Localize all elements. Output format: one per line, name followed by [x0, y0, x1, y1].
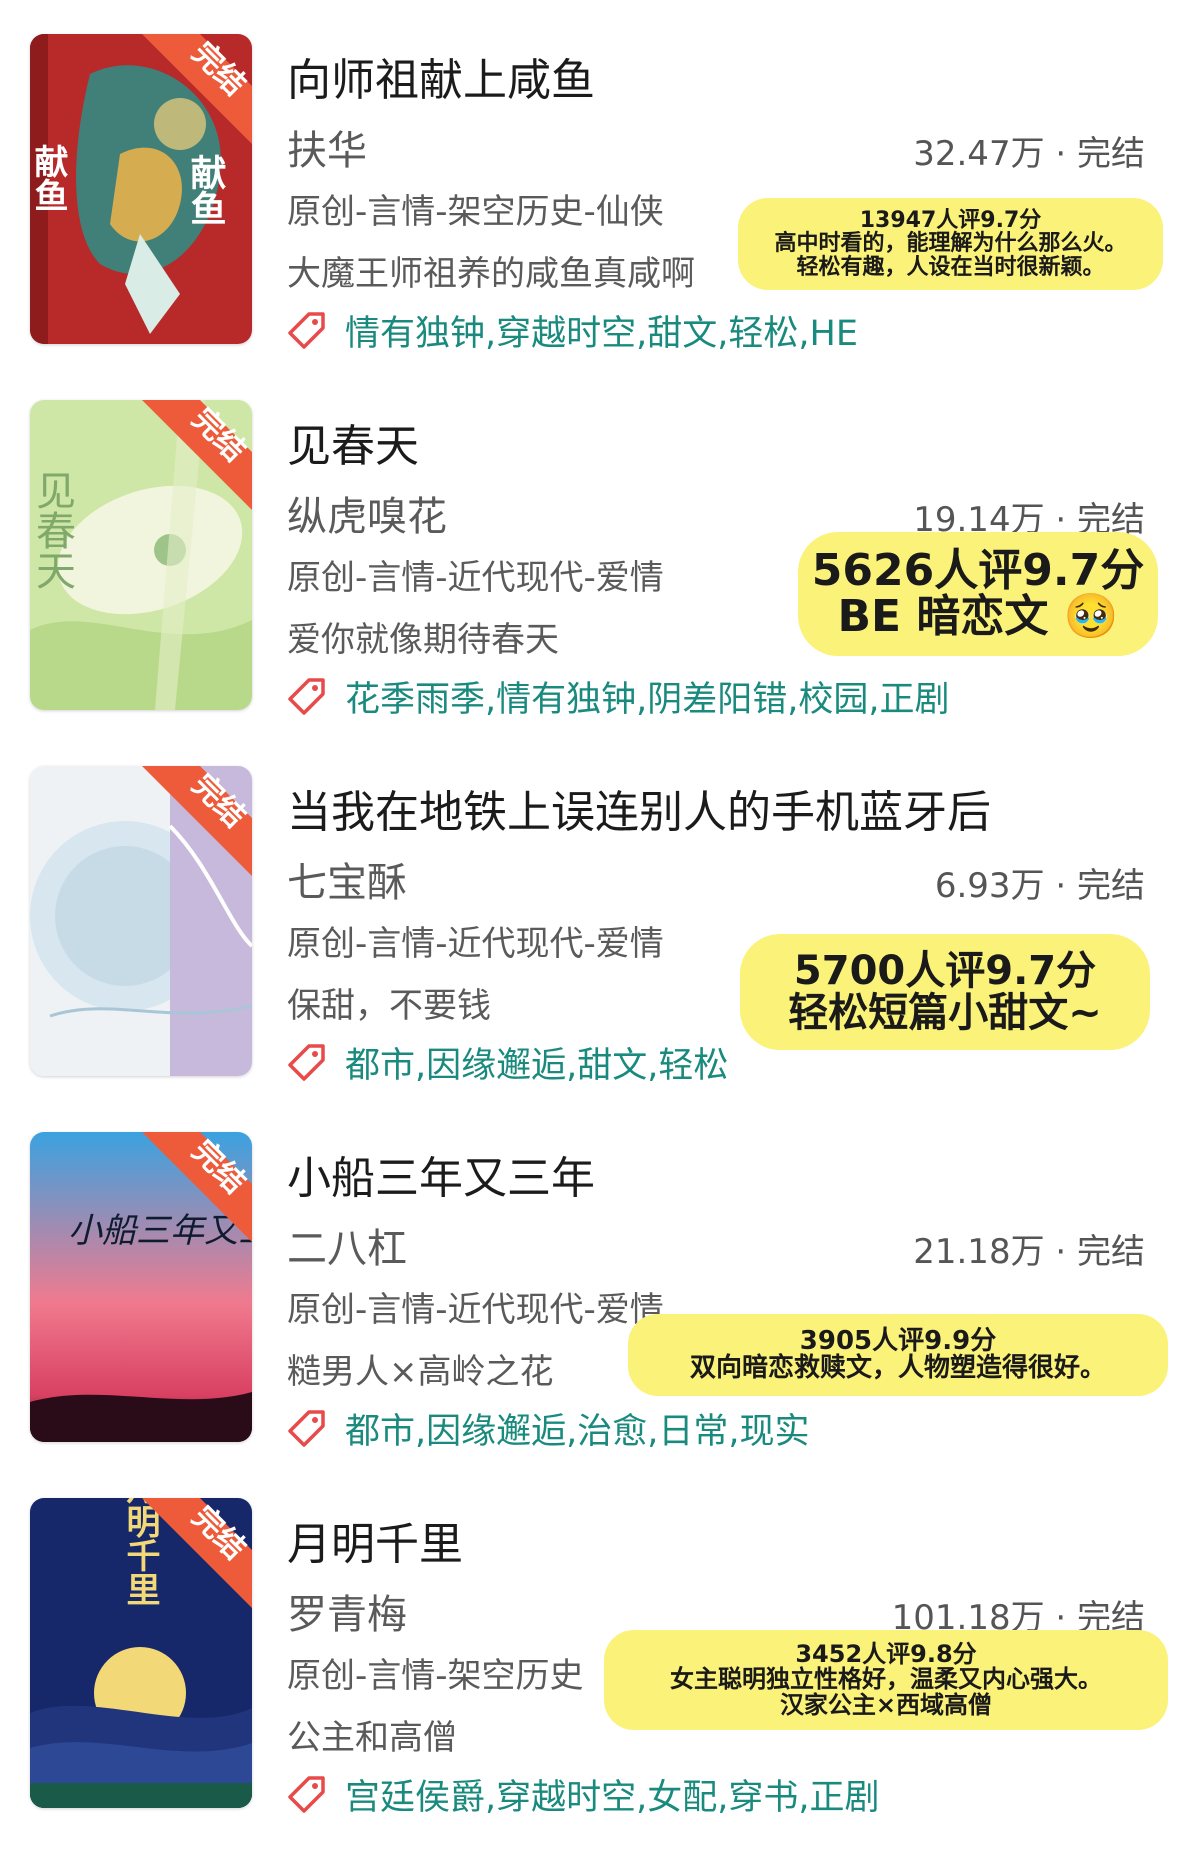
book-author[interactable]: 七宝酥	[287, 850, 407, 908]
book-title[interactable]: 向师祖献上咸鱼	[287, 44, 595, 108]
review-note: 3905人评9.9分 双向暗恋救赎文，人物塑造得很好。	[628, 1314, 1168, 1396]
book-tags[interactable]: 花季雨季,情有独钟,阴差阳错,校园,正剧	[287, 674, 950, 720]
note-line: 轻松有趣，人设在当时很新颖。	[796, 254, 1105, 280]
book-cover[interactable]: 完结	[30, 766, 252, 1076]
book-tags[interactable]: 都市,因缘邂逅,治愈,日常,现实	[287, 1406, 810, 1452]
review-note: 13947人评9.7分 高中时看的，能理解为什么那么火。 轻松有趣，人设在当时很…	[738, 198, 1163, 290]
book-category: 原创-言情-近代现代-爱情	[287, 924, 664, 964]
book-stats: 21.18万 · 完结	[913, 1232, 1145, 1272]
note-line: 13947人评9.7分	[859, 208, 1042, 234]
book-item[interactable]: 献鱼 献鱼 完结 向师祖献上咸鱼 扶华 32.47万 · 完结 原创-言情-架空…	[0, 26, 1178, 392]
book-category: 原创-言情-近代现代-爱情	[287, 558, 664, 598]
book-category: 原创-言情-架空历史-仙侠	[287, 192, 664, 232]
book-author[interactable]: 二八杠	[287, 1216, 407, 1274]
book-intro: 糙男人×高岭之花	[287, 1352, 554, 1392]
tag-list[interactable]: 都市,因缘邂逅,甜文,轻松	[345, 1037, 728, 1088]
book-stats: 6.93万 · 完结	[934, 866, 1145, 906]
note-line: 5626人评9.7分	[811, 544, 1145, 596]
note-line: BE 暗恋文 🥹	[837, 591, 1119, 642]
book-cover[interactable]: 月明千里 完结	[30, 1498, 252, 1808]
tag-icon	[288, 1776, 325, 1813]
book-author[interactable]: 纵虎嗅花	[287, 484, 447, 542]
note-line: 3452人评9.8分	[795, 1640, 977, 1669]
tag-list[interactable]: 情有独钟,穿越时空,甜文,轻松,HE	[345, 305, 858, 356]
tag-icon	[288, 1410, 325, 1447]
completed-badge: 完结	[142, 1498, 252, 1608]
book-cover[interactable]: 献鱼 献鱼 完结	[30, 34, 252, 344]
tag-icon	[288, 312, 325, 349]
tag-list[interactable]: 都市,因缘邂逅,治愈,日常,现实	[345, 1403, 810, 1454]
completed-badge: 完结	[142, 1132, 252, 1242]
book-title[interactable]: 见春天	[287, 410, 419, 474]
completed-badge: 完结	[142, 34, 252, 144]
completed-badge: 完结	[142, 400, 252, 510]
book-tags[interactable]: 都市,因缘邂逅,甜文,轻松	[287, 1040, 728, 1086]
book-author[interactable]: 扶华	[287, 118, 367, 176]
book-category: 原创-言情-近代现代-爱情	[287, 1290, 664, 1330]
review-note: 5700人评9.7分 轻松短篇小甜文~	[740, 934, 1150, 1050]
book-tags[interactable]: 宫廷侯爵,穿越时空,女配,穿书,正剧	[287, 1772, 880, 1818]
book-item[interactable]: 月明千里 完结 月明千里 罗青梅 101.18万 · 完结 原创-言情-架空历史…	[0, 1490, 1178, 1856]
book-stats: 32.47万 · 完结	[913, 134, 1145, 174]
book-cover[interactable]: 小船三年又三年 完结	[30, 1132, 252, 1442]
book-title[interactable]: 当我在地铁上误连别人的手机蓝牙后	[287, 776, 991, 840]
review-note: 3452人评9.8分 女主聪明独立性格好，温柔又内心强大。 汉家公主×西域高僧	[604, 1630, 1168, 1730]
book-intro: 爱你就像期待春天	[287, 620, 559, 660]
tag-list[interactable]: 宫廷侯爵,穿越时空,女配,穿书,正剧	[345, 1769, 880, 1820]
note-line: 3905人评9.9分	[799, 1325, 997, 1356]
review-note: 5626人评9.7分 BE 暗恋文 🥹	[798, 532, 1158, 656]
book-title[interactable]: 月明千里	[287, 1508, 463, 1572]
tag-list[interactable]: 花季雨季,情有独钟,阴差阳错,校园,正剧	[345, 671, 950, 722]
note-line: 高中时看的，能理解为什么那么火。	[774, 231, 1127, 257]
completed-badge: 完结	[142, 766, 252, 876]
book-item[interactable]: 见春天 完结 见春天 纵虎嗅花 19.14万 · 完结 原创-言情-近代现代-爱…	[0, 392, 1178, 758]
book-intro: 保甜，不要钱	[287, 986, 491, 1026]
book-author[interactable]: 罗青梅	[287, 1582, 407, 1640]
tag-icon	[288, 1044, 325, 1081]
note-line: 轻松短篇小甜文~	[788, 990, 1102, 1036]
book-title[interactable]: 小船三年又三年	[287, 1142, 595, 1206]
note-line: 5700人评9.7分	[793, 948, 1097, 994]
note-line: 双向暗恋救赎文，人物塑造得很好。	[689, 1353, 1106, 1383]
book-intro: 公主和高僧	[287, 1718, 457, 1758]
tag-icon	[288, 678, 325, 715]
note-line: 女主聪明独立性格好，温柔又内心强大。	[670, 1665, 1102, 1694]
book-item[interactable]: 完结 当我在地铁上误连别人的手机蓝牙后 七宝酥 6.93万 · 完结 原创-言情…	[0, 758, 1178, 1124]
book-category: 原创-言情-架空历史	[287, 1656, 584, 1696]
book-cover[interactable]: 见春天 完结	[30, 400, 252, 710]
note-line: 汉家公主×西域高僧	[779, 1690, 993, 1719]
book-item[interactable]: 小船三年又三年 完结 小船三年又三年 二八杠 21.18万 · 完结 原创-言情…	[0, 1124, 1178, 1490]
book-tags[interactable]: 情有独钟,穿越时空,甜文,轻松,HE	[287, 308, 858, 354]
book-intro: 大魔王师祖养的咸鱼真咸啊	[287, 254, 695, 294]
